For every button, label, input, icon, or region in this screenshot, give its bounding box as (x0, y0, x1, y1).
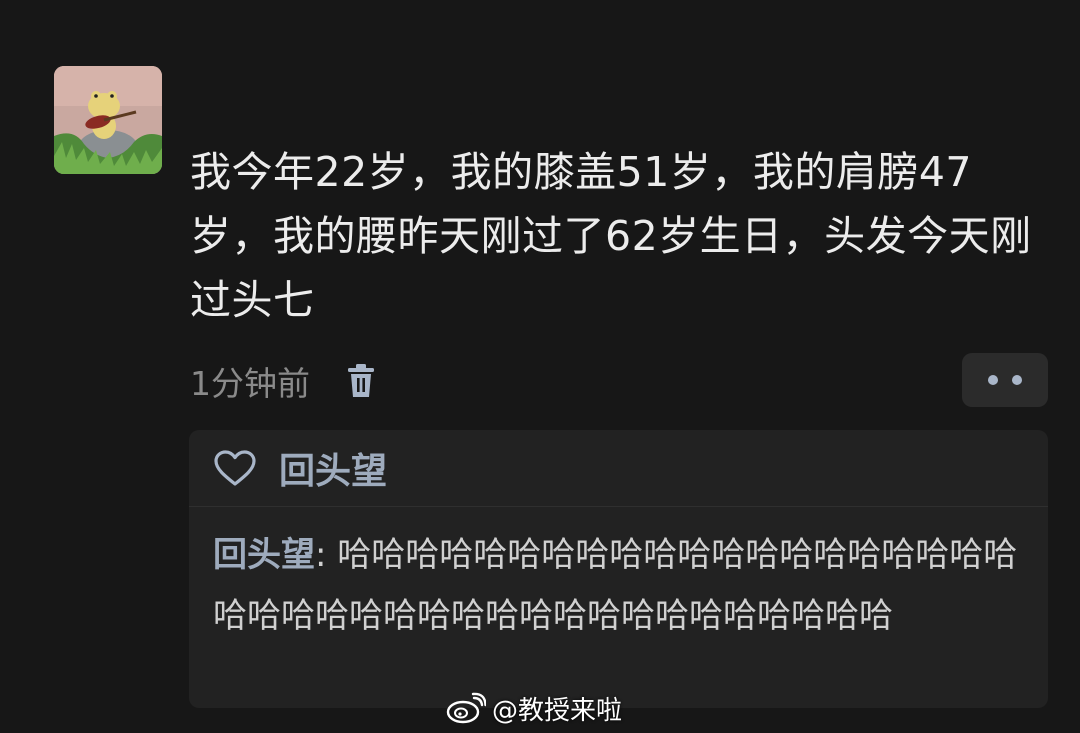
more-button[interactable] (962, 353, 1048, 407)
comment-author[interactable]: 回头望 (213, 535, 315, 575)
like-button[interactable] (213, 448, 259, 488)
liker-name[interactable]: 回头望 (279, 442, 387, 494)
watermark: @教授来啦 (446, 688, 622, 728)
more-dots-icon (1012, 375, 1022, 385)
watermark-text: @教授来啦 (492, 695, 623, 726)
post-text: 我今年22岁，我的膝盖51岁，我的肩膀47岁，我的腰昨天刚过了62岁生日，头发今… (190, 148, 1032, 324)
more-dots-icon (988, 375, 998, 385)
weibo-logo (446, 692, 486, 724)
avatar[interactable] (54, 66, 162, 174)
trash-icon (348, 364, 374, 397)
comment: 回头望: 哈哈哈哈哈哈哈哈哈哈哈哈哈哈哈哈哈哈哈哈哈哈哈哈哈哈哈哈哈哈哈哈哈哈哈… (189, 507, 1048, 647)
post-meta: 1分钟前 (190, 356, 378, 406)
heart-outline-icon (214, 450, 256, 486)
frog-avatar-illustration (54, 66, 162, 174)
comment-separator: : (315, 535, 338, 575)
delete-button[interactable] (344, 361, 378, 401)
reactions-panel: 回头望 回头望: 哈哈哈哈哈哈哈哈哈哈哈哈哈哈哈哈哈哈哈哈哈哈哈哈哈哈哈哈哈哈哈… (189, 430, 1048, 708)
likes-row: 回头望 (189, 430, 1048, 507)
post-timestamp: 1分钟前 (190, 364, 310, 403)
